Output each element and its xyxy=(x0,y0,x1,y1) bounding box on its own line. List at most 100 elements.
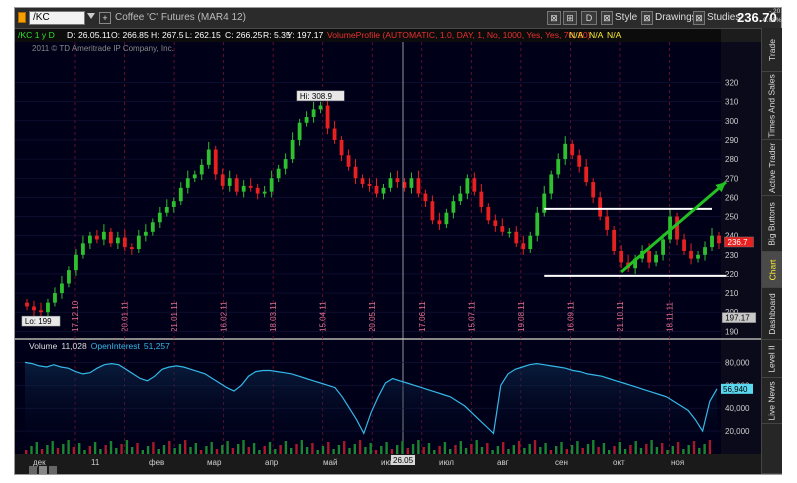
period-button[interactable]: D xyxy=(581,11,597,25)
candle-body[interactable] xyxy=(185,178,190,188)
candle-body[interactable] xyxy=(717,235,721,244)
candle-body[interactable] xyxy=(430,201,435,221)
candle-body[interactable] xyxy=(528,235,533,250)
candle-body[interactable] xyxy=(157,212,162,223)
candle-body[interactable] xyxy=(451,201,456,213)
candle-body[interactable] xyxy=(220,174,225,186)
candle-body[interactable] xyxy=(465,178,470,194)
candle-body[interactable] xyxy=(584,166,589,183)
candle-body[interactable] xyxy=(74,254,78,271)
candle-body[interactable] xyxy=(507,231,512,234)
candle-body[interactable] xyxy=(521,243,526,250)
candle-body[interactable] xyxy=(549,174,554,194)
candle-body[interactable] xyxy=(290,139,295,160)
candle-body[interactable] xyxy=(388,178,393,188)
tab-level-ii[interactable]: Level II xyxy=(762,340,782,378)
candle-body[interactable] xyxy=(206,149,211,165)
candle-body[interactable] xyxy=(647,250,652,263)
candle-body[interactable] xyxy=(619,250,624,263)
candle-body[interactable] xyxy=(605,216,610,230)
candle-body[interactable] xyxy=(227,178,232,186)
candle-body[interactable] xyxy=(535,212,540,236)
candle-body[interactable] xyxy=(444,212,449,225)
link-icon[interactable] xyxy=(18,12,26,23)
candle-body[interactable] xyxy=(696,254,700,259)
candle-body[interactable] xyxy=(136,235,141,250)
price-chart[interactable]: 17.12.10 20.01.11 21.01.11 16.02.11 18.03.11… xyxy=(15,29,761,474)
candle-body[interactable] xyxy=(171,201,176,207)
zoom-icon[interactable]: ⊞ xyxy=(563,11,577,25)
candle-body[interactable] xyxy=(395,178,400,183)
candle-body[interactable] xyxy=(311,109,316,118)
studies-icon[interactable]: ⊠ xyxy=(693,11,705,25)
candle-body[interactable] xyxy=(94,235,99,240)
drawings-button[interactable]: Drawings xyxy=(655,11,697,25)
scroll-controls[interactable] xyxy=(29,466,59,474)
tab-chart[interactable]: Chart xyxy=(762,252,782,288)
candle-body[interactable] xyxy=(689,250,693,259)
candle-body[interactable] xyxy=(25,302,29,307)
candle-body[interactable] xyxy=(556,159,561,175)
candle-body[interactable] xyxy=(269,178,274,192)
tab-trade[interactable]: Trade xyxy=(762,28,782,72)
candle-body[interactable] xyxy=(500,226,505,232)
candle-body[interactable] xyxy=(101,231,106,240)
candle-body[interactable] xyxy=(115,237,120,244)
symbol-period[interactable]: /KC 1 y D xyxy=(18,29,55,42)
candle-body[interactable] xyxy=(129,247,134,250)
style-icon[interactable]: ⊠ xyxy=(601,11,613,25)
candle-body[interactable] xyxy=(108,231,113,244)
candle-body[interactable] xyxy=(423,193,428,202)
symbol-input[interactable]: /KC xyxy=(29,11,85,25)
candle-body[interactable] xyxy=(353,166,358,179)
candle-body[interactable] xyxy=(381,187,386,194)
candle-body[interactable] xyxy=(143,231,148,236)
candle-body[interactable] xyxy=(472,178,477,192)
candle-body[interactable] xyxy=(234,178,239,192)
tab-times-and-sales[interactable]: Times And Sales xyxy=(762,72,782,140)
candle-body[interactable] xyxy=(199,164,204,175)
grid-icon[interactable]: ⊠ xyxy=(547,11,561,25)
candle-body[interactable] xyxy=(262,191,267,194)
candle-body[interactable] xyxy=(339,139,344,156)
candle-body[interactable] xyxy=(598,197,603,217)
symbol-dropdown-icon[interactable] xyxy=(87,13,95,19)
candle-body[interactable] xyxy=(710,235,714,248)
candle-body[interactable] xyxy=(661,239,665,255)
style-button[interactable]: Style xyxy=(615,11,637,25)
tab-active-trader[interactable]: Active Trader xyxy=(762,140,782,196)
candle-body[interactable] xyxy=(255,187,260,194)
candle-body[interactable] xyxy=(416,178,421,194)
scroll-left-icon[interactable] xyxy=(29,466,37,474)
candle-body[interactable] xyxy=(297,122,302,140)
candle-body[interactable] xyxy=(570,143,575,156)
candle-body[interactable] xyxy=(318,105,323,110)
candle-body[interactable] xyxy=(367,183,372,186)
candle-body[interactable] xyxy=(32,306,36,311)
candle-body[interactable] xyxy=(276,168,281,179)
candle-body[interactable] xyxy=(493,220,498,227)
studies-button[interactable]: Studies xyxy=(707,11,740,25)
candle-body[interactable] xyxy=(563,143,568,160)
candle-body[interactable] xyxy=(192,174,197,179)
candle-body[interactable] xyxy=(374,185,379,194)
candle-body[interactable] xyxy=(67,270,71,284)
candle-body[interactable] xyxy=(150,222,155,232)
tab-dashboard[interactable]: Dashboard xyxy=(762,288,782,340)
candle-body[interactable] xyxy=(486,206,491,221)
candle-body[interactable] xyxy=(88,235,92,244)
tab-big-buttons[interactable]: Big Buttons xyxy=(762,196,782,252)
zoom-in-icon[interactable] xyxy=(39,466,47,474)
candle-body[interactable] xyxy=(591,182,596,198)
candle-body[interactable] xyxy=(248,185,253,188)
candle-body[interactable] xyxy=(81,243,85,255)
candle-body[interactable] xyxy=(703,247,707,255)
candle-body[interactable] xyxy=(360,178,365,184)
zoom-out-icon[interactable] xyxy=(49,466,57,474)
candle-body[interactable] xyxy=(325,105,330,129)
candle-body[interactable] xyxy=(332,128,337,140)
tab-live-news[interactable]: Live News xyxy=(762,378,782,424)
candle-body[interactable] xyxy=(458,193,463,202)
candle-body[interactable] xyxy=(612,229,617,251)
candle-body[interactable] xyxy=(178,187,183,202)
